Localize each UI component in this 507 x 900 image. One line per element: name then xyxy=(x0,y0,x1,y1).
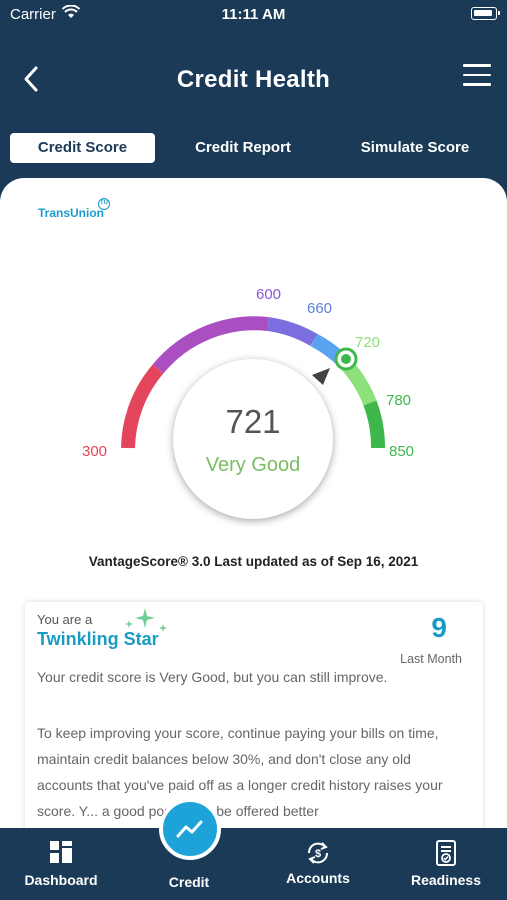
dashboard-icon xyxy=(50,841,72,863)
tick-label: 300 xyxy=(82,443,108,460)
vantage-score-label: VantageScore® 3.0 Last updated as of Sep… xyxy=(88,554,419,569)
header: Credit Health xyxy=(0,48,507,112)
nav-label: Dashboard xyxy=(24,872,98,888)
gauge-segment-poor xyxy=(121,364,164,449)
brand-mark: TU xyxy=(98,198,110,210)
svg-text:$: $ xyxy=(315,848,321,860)
trend-icon xyxy=(176,820,203,838)
brand-name: TransUnion xyxy=(38,206,105,220)
gauge-segment-good xyxy=(266,317,318,347)
tick-label: 600 xyxy=(256,286,282,303)
document-check-icon xyxy=(436,840,456,866)
nav-readiness[interactable]: Readiness xyxy=(394,828,498,900)
tick-label: 660 xyxy=(307,300,333,317)
tier-advice: To keep improving your score, continue p… xyxy=(37,725,443,819)
tick-label: 850 xyxy=(389,443,415,460)
tier-summary: Your credit score is Very Good, but you … xyxy=(37,669,388,685)
credit-fab-button[interactable] xyxy=(159,798,221,860)
tab-bar: Credit Score Credit Report Simulate Scor… xyxy=(0,133,507,165)
battery-icon xyxy=(471,7,500,20)
tab-simulate-score[interactable]: Simulate Score xyxy=(340,133,490,163)
credit-score-card: TransUnion TU 300 600 660 720 780 850 Va… xyxy=(0,178,507,878)
clock: 11:11 AM xyxy=(221,6,286,23)
gauge-segment-excellent xyxy=(363,400,386,449)
status-bar: Carrier 11:11 AM xyxy=(0,0,507,30)
transunion-logo: TransUnion TU xyxy=(38,198,110,220)
nav-label: Readiness xyxy=(410,872,482,888)
dollar-cycle-icon: $ xyxy=(307,842,329,864)
nav-label: Credit xyxy=(168,874,210,890)
tick-label: 780 xyxy=(386,392,412,409)
sparkle-stars-icon xyxy=(125,608,167,632)
credit-score-value: 721 xyxy=(225,403,281,440)
nav-accounts[interactable]: $ Accounts xyxy=(266,828,370,900)
page-title: Credit Health xyxy=(176,66,331,93)
tier-count: 9 xyxy=(431,612,447,643)
nav-dashboard[interactable]: Dashboard xyxy=(10,828,112,900)
nav-label: Accounts xyxy=(286,870,350,886)
tier-intro: You are a xyxy=(37,612,93,627)
tab-credit-score[interactable]: Credit Score xyxy=(10,133,155,163)
hamburger-menu-icon[interactable] xyxy=(463,64,491,90)
tab-credit-report[interactable]: Credit Report xyxy=(170,133,316,163)
credit-score-rating: Very Good xyxy=(205,454,301,476)
gauge-pointer-icon xyxy=(312,368,330,385)
tick-label: 720 xyxy=(355,334,381,351)
score-dial: 721 Very Good xyxy=(173,359,333,519)
bottom-navigation: Dashboard Credit $ Accounts Readiness xyxy=(0,828,507,900)
